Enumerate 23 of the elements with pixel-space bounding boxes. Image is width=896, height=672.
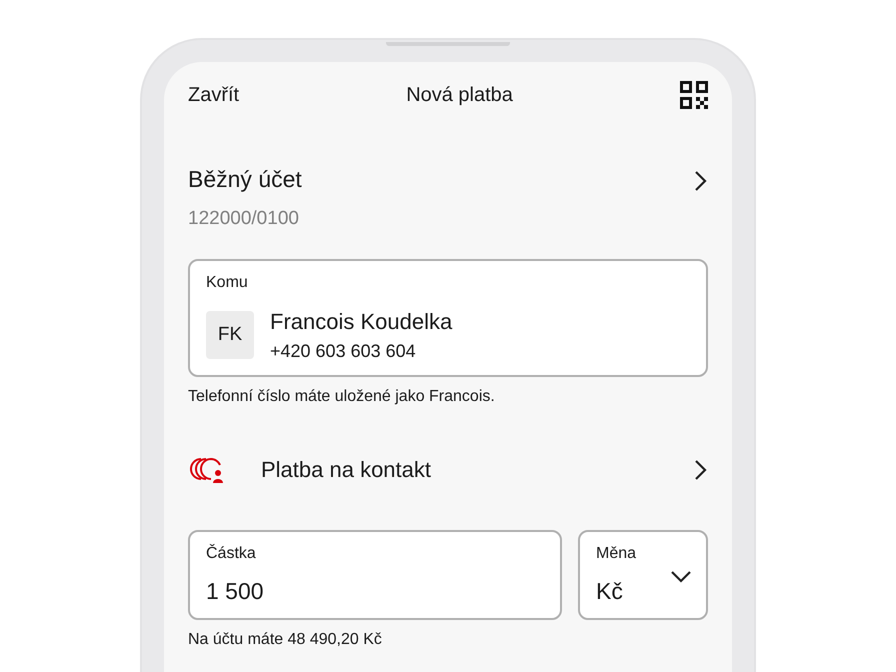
amount-value: 1 500 [206, 577, 265, 606]
recipient-note: Telefonní číslo máte uložené jako Francois. [188, 387, 496, 407]
chevron-right-icon[interactable] [694, 170, 708, 192]
amount-field[interactable]: Částka 1 500 [188, 530, 562, 620]
recipient-phone: +420 603 603 604 [270, 340, 417, 363]
close-link[interactable]: Zavřít [188, 80, 240, 110]
account-number: 122000/0100 [188, 206, 300, 230]
chevron-right-icon[interactable] [694, 458, 708, 480]
initials-avatar: FK [206, 311, 254, 359]
qr-code-icon[interactable] [680, 81, 708, 109]
field-label: Komu [206, 273, 249, 293]
currency-value: Kč [596, 577, 624, 606]
recipient-field[interactable]: Komu FK Francois Koudelka +420 603 603 604 [188, 259, 708, 377]
chevron-down-icon [670, 570, 692, 584]
recipient-name: Francois Koudelka [270, 308, 452, 336]
payment-type-label[interactable]: Platba na kontakt [261, 453, 694, 486]
account-name: Běžný účet [188, 165, 302, 194]
screen-title: Nová platba [406, 83, 513, 108]
field-label: Měna [596, 544, 636, 564]
balance-note: Na účtu máte 48 490,20 Kč [188, 630, 383, 650]
contact-payment-icon [188, 456, 224, 484]
field-label: Částka [206, 543, 257, 564]
currency-select[interactable]: Měna Kč [578, 530, 708, 620]
